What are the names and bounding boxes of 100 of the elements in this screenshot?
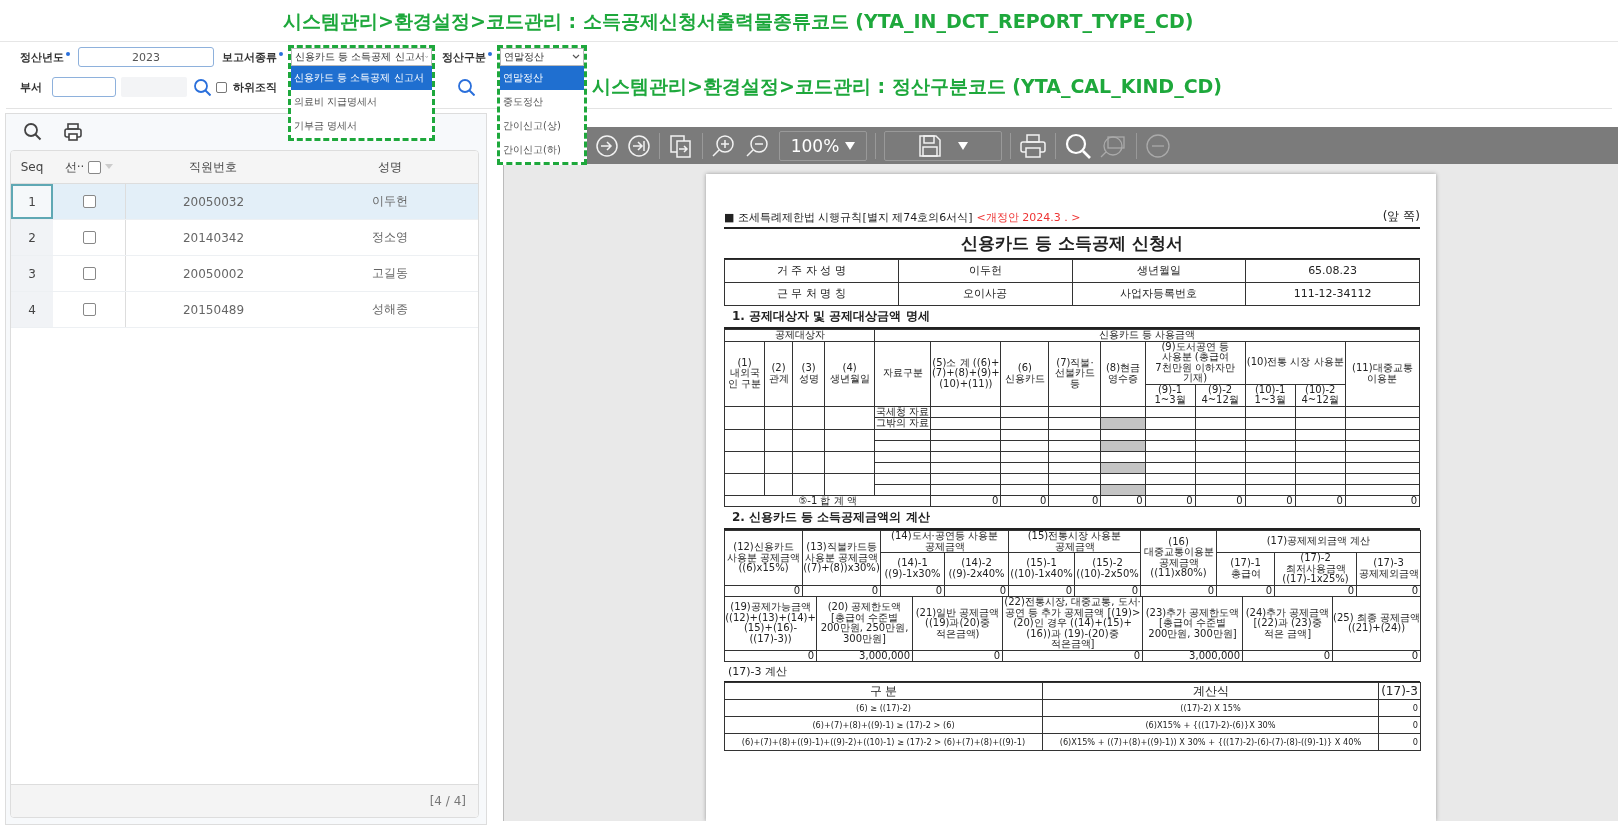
zoom-in-icon[interactable] — [711, 132, 737, 159]
dropdown-option[interactable]: 연말정산 — [500, 66, 584, 90]
dropdown-option[interactable]: 기부금 명세서 — [291, 114, 432, 138]
checkbox-label: 하위조직 — [233, 79, 277, 95]
table-cell: 국세청 자료 — [874, 406, 931, 418]
table-cell-text: 성해종 — [370, 301, 409, 318]
table-cell: 0 — [1002, 650, 1143, 662]
section-heading: (17)-3 계산 — [724, 662, 1420, 682]
table-cell: 4 — [11, 292, 53, 327]
table-row[interactable]: 2 20140342 정소영 — [11, 220, 478, 256]
zoom-dropdown[interactable]: 100% — [779, 130, 867, 161]
field-label: 보고서종류 — [222, 49, 277, 65]
table-cell: 0 — [1245, 495, 1296, 507]
table-cell: 0 — [1048, 495, 1101, 507]
column-header[interactable]: 성명 — [377, 158, 402, 176]
zoom-out-icon[interactable] — [745, 132, 771, 159]
table-row[interactable]: 4 20150489 성해종 — [11, 292, 478, 328]
table-cell: 65.08.23 — [1245, 259, 1420, 283]
year-input[interactable]: 2023 — [78, 47, 214, 67]
table-cell: 0 — [912, 650, 1003, 662]
column-header: (11)대중교통 이용분 — [1345, 341, 1420, 406]
save-dropdown[interactable] — [884, 130, 1002, 161]
dropdown-option[interactable]: 간이신고(상) — [500, 114, 584, 138]
table-cell: 0 — [1295, 495, 1346, 507]
table-cell: 오이사공 — [898, 282, 1072, 306]
column-header: 계산식 — [1042, 682, 1379, 700]
minus-circle-icon[interactable] — [1145, 132, 1171, 159]
table-cell-text: 이두헌 — [370, 193, 409, 210]
column-header[interactable]: 선·· — [64, 158, 85, 176]
form-reference: ■ 조세특례제한법 시행규칙[별지 제74호의6서식] — [724, 210, 973, 225]
dropdown-option[interactable]: 의료비 지급명세서 — [291, 90, 432, 114]
checkbox[interactable] — [82, 231, 96, 244]
column-header: (14)-1 ((9)-1x30% — [880, 552, 945, 585]
row-header: ⑤-1 합 계 액 — [724, 495, 931, 507]
column-header: (17)-3 공제제외금액 — [1356, 552, 1421, 585]
column-header[interactable]: 직원번호 — [189, 158, 237, 176]
select-dropdown[interactable]: 연말정산 — [500, 48, 584, 66]
column-header: (2) 관계 — [764, 341, 793, 406]
column-header: (24)추가 공제금액 [(22)과 (23)중 적은 금액] — [1242, 596, 1333, 650]
column-header: (14)-2 ((9)-2x40% — [944, 552, 1009, 585]
revision-note: <개정안 2024.3 . > — [976, 210, 1081, 225]
annotation-text: 시스템관리>환경설정>코드관리 : 소득공제신청서출력물종류코드 (YTA_IN_DCT_REPORT_TYPE_CD) — [283, 9, 1194, 33]
checkbox[interactable] — [82, 303, 96, 316]
column-header[interactable]: Seq — [20, 160, 44, 174]
department-input[interactable] — [52, 77, 116, 97]
table-cell: 111-12-34112 — [1245, 282, 1420, 306]
table-cell: 0 — [1345, 495, 1420, 507]
dropdown-option[interactable]: 중도정산 — [500, 90, 584, 114]
row-header: 근 무 처 명 칭 — [724, 282, 899, 306]
column-header: (9)-1 1~3월 — [1145, 384, 1196, 406]
table-cell: (6) ≥ ((17)-2) — [724, 699, 1043, 717]
section-heading: 2. 신용카드 등 소득공제금액의 계산 — [724, 507, 1420, 530]
column-header: (9)도서공연 등 사용분 (총급여 7천만원 이하자만 기재) — [1145, 341, 1246, 384]
select-dropdown[interactable]: 신용카드 등 소득공제 신고서 — [291, 48, 432, 66]
print-icon[interactable] — [63, 122, 83, 142]
checkbox[interactable] — [216, 81, 227, 93]
checkbox[interactable] — [82, 267, 96, 280]
table-cell: (6)X15% + ((7)+(8)+((9)-1)) X 30% + {((17)-2)-(6)-(7)-(8)-((9)-1)} X 40% — [1042, 733, 1379, 751]
column-header: (15)-1 ((10)-1x40% — [1008, 552, 1075, 585]
table-row[interactable]: 1 20050032 이두헌 — [11, 184, 478, 220]
column-header: (20) 공제한도액 [총급여 수준별 200만원, 250만원, 300만원] — [816, 596, 913, 650]
column-header: 공제대상자 — [724, 329, 875, 341]
column-header: (17)-1 총급여 — [1216, 552, 1275, 585]
column-header: (12)신용카드 사용분 공제금액 ((6)x15%) — [724, 530, 803, 585]
column-header: (13)직불카드등 사용분 공제금액 ((7)+(8))x30%) — [802, 530, 881, 585]
checkbox[interactable] — [88, 160, 102, 174]
column-header: (22)전통시장, 대중교통, 도서·공연 등 추가 공제금액 [(19)>(20)인 경우 ((14)+(15)+(16))과 (19)-(20)중 적은금액] — [1002, 596, 1143, 650]
dropdown-option[interactable]: 간이신고(하) — [500, 138, 584, 162]
search-icon[interactable] — [1064, 131, 1092, 160]
table-cell: 3,000,000 — [1142, 650, 1243, 662]
table-cell: 2 — [11, 220, 53, 255]
table-cell: 20050002 — [125, 256, 301, 291]
search-icon[interactable] — [457, 78, 475, 96]
arrow-right-circle-icon[interactable] — [595, 133, 619, 158]
table-cell: 0 — [1378, 699, 1421, 717]
dropdown-option[interactable]: 신용카드 등 소득공제 신고서 — [291, 66, 432, 90]
field-label: 정산년도 — [20, 49, 64, 65]
row-header: 사업자등록번호 — [1072, 282, 1246, 306]
column-header: (14)도서·공연등 사용분 공제금액 — [880, 530, 1009, 553]
table-cell-text: 정소영 — [370, 229, 409, 246]
field-label: 부서 — [20, 79, 42, 95]
column-header: (17)-2 최저사용금액 ((17)-1x25%) — [1274, 552, 1357, 585]
table-cell: 0 — [1378, 733, 1421, 751]
column-header: (10)-2 4~12월 — [1295, 384, 1346, 406]
record-counter: [4 / 4] — [429, 794, 466, 808]
column-header: (19)공제가능금액 ((12)+(13)+(14)+(15)+(16)-((17)-3)) — [724, 596, 817, 650]
table-cell: 20050032 — [125, 184, 301, 219]
table-cell: (6)X15% + {((17)-2)-(6)}X 30% — [1042, 716, 1379, 734]
table-cell: 0 — [1378, 716, 1421, 734]
select-value: 연말정산 — [504, 50, 544, 64]
export-icon[interactable] — [668, 132, 694, 159]
checkbox[interactable] — [82, 195, 96, 208]
last-page-icon[interactable] — [627, 133, 651, 158]
search-icon[interactable] — [193, 78, 211, 96]
table-cell: (6)+(7)+(8)+((9)-1) ≥ (17)-2 > (6) — [724, 716, 1043, 734]
column-header: (7)직불·선불카드 등 — [1048, 341, 1101, 406]
column-header: (17)-3 — [1378, 682, 1421, 700]
search-icon[interactable] — [23, 122, 43, 142]
table-row[interactable]: 3 20050002 고길동 — [11, 256, 478, 292]
table-cell: 이두헌 — [898, 259, 1072, 283]
